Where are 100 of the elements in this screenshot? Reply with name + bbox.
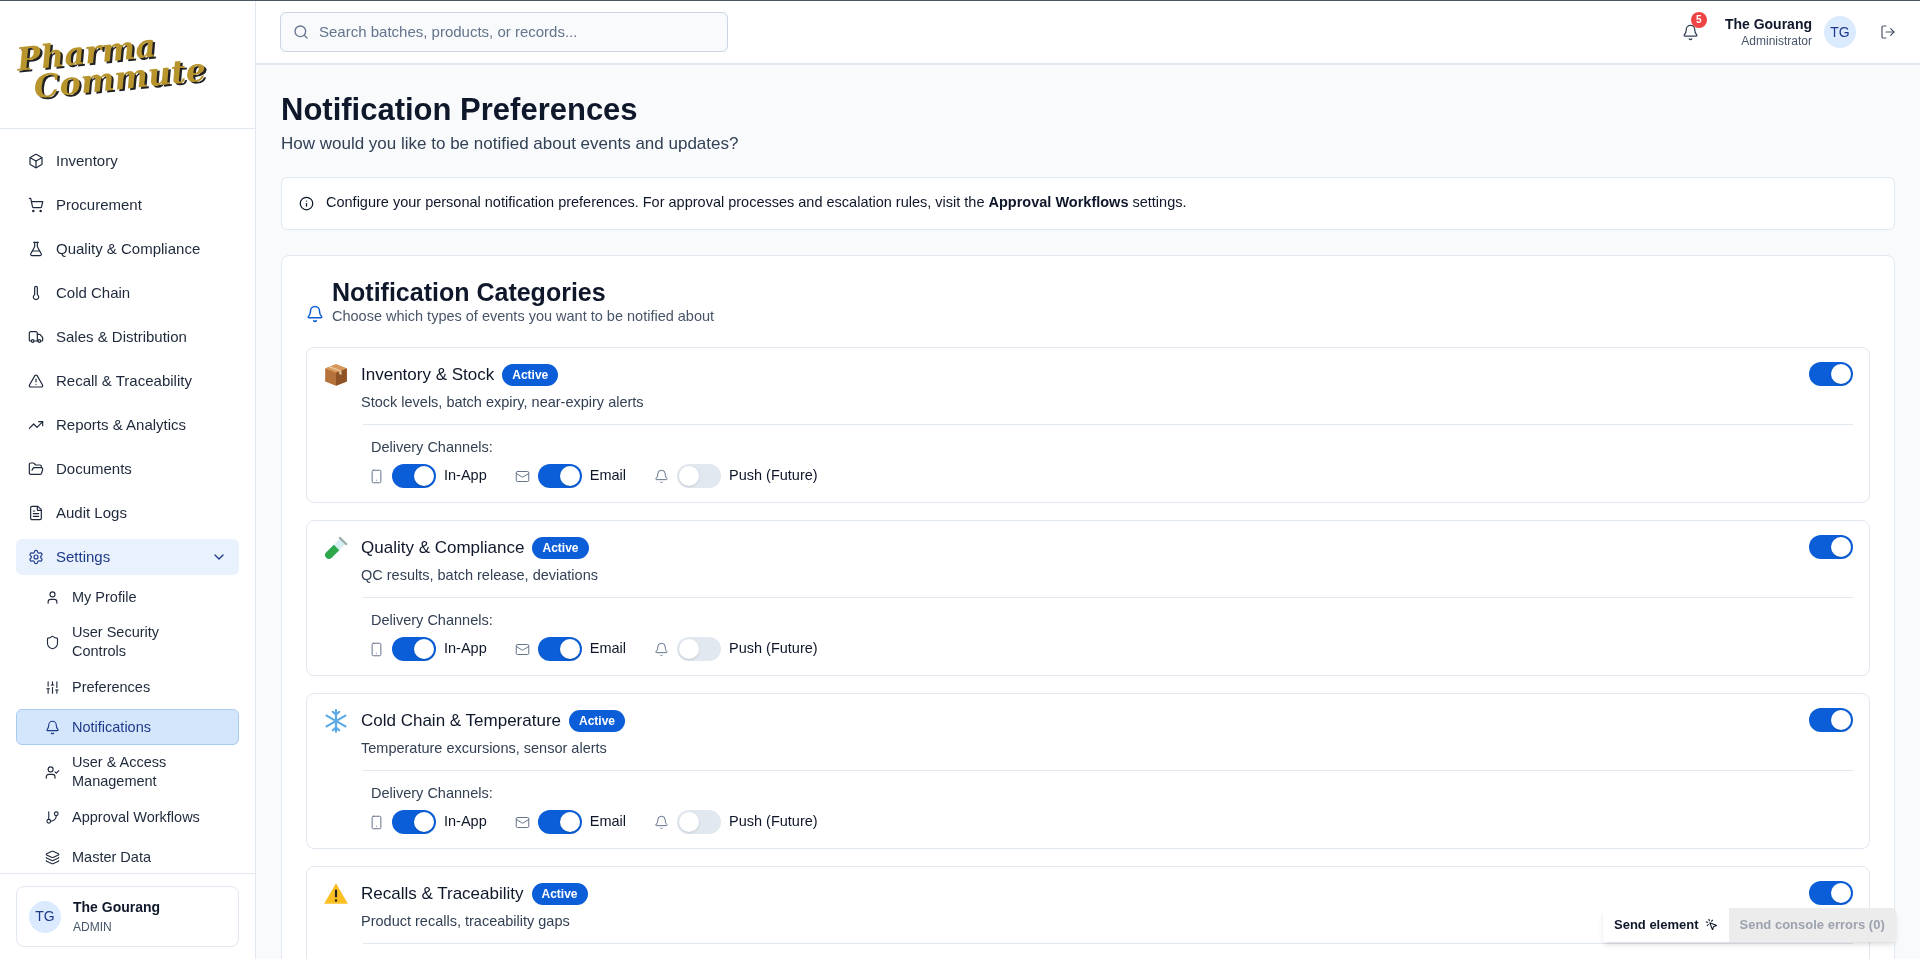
category-title: Recalls & Traceability: [361, 883, 524, 906]
channel-icon: [514, 468, 530, 484]
sidebar-subitem[interactable]: Preferences: [16, 669, 239, 705]
sidebar-item[interactable]: Quality & Compliance: [16, 231, 239, 267]
channel-icon: [514, 814, 530, 830]
sidebar-item[interactable]: Procurement: [16, 187, 239, 223]
sidebar-item[interactable]: Inventory: [16, 143, 239, 179]
channel-label: In-App: [444, 639, 487, 659]
channel-label: Email: [589, 639, 626, 659]
sidebar-subitem[interactable]: Notifications: [16, 709, 239, 745]
channel-icon: [654, 468, 669, 484]
status-badge: Active: [502, 364, 559, 386]
sidebar-subitem[interactable]: Approval Workflows: [16, 799, 239, 835]
channel-icon: [369, 641, 384, 657]
sidebar-item[interactable]: Documents: [16, 451, 239, 487]
channel-label: In-App: [444, 812, 487, 832]
channel-label: Push (Future): [729, 812, 818, 832]
sidebar-subitem[interactable]: User & Access Management: [16, 749, 239, 795]
category-toggle[interactable]: [1809, 708, 1853, 733]
channel-toggle[interactable]: [392, 810, 436, 835]
page-title: Notification Preferences: [281, 91, 639, 129]
channel-icon: [654, 641, 669, 657]
channel-icon: [369, 814, 384, 830]
channels-label: Delivery Channels:: [371, 610, 494, 630]
channel-toggle[interactable]: [537, 637, 582, 662]
sidebar-item[interactable]: Audit Logs: [16, 495, 239, 531]
nav-icon: [28, 373, 44, 389]
category-title: Quality & Compliance: [361, 537, 525, 560]
category-description: Temperature excursions, sensor alerts: [361, 738, 607, 758]
search-input[interactable]: Search batches, products, or records...: [319, 20, 715, 44]
category-description: Product recalls, traceability gaps: [361, 911, 570, 931]
user-card[interactable]: TG The Gourang ADMIN: [16, 886, 239, 947]
sidebar-item[interactable]: Cold Chain: [16, 275, 239, 311]
nav-icon: [28, 549, 44, 565]
channel-toggle[interactable]: [537, 464, 582, 489]
sidebar-item[interactable]: Recall & Traceability: [16, 363, 239, 399]
nav-icon: [28, 329, 44, 345]
nav-icon: [45, 679, 60, 695]
nav-icon: [28, 197, 44, 213]
channel-toggle[interactable]: [677, 810, 721, 835]
user-role: ADMIN: [73, 919, 113, 936]
category-toggle[interactable]: [1809, 362, 1853, 387]
nav-icon: [45, 764, 60, 780]
nav-icon: [28, 505, 44, 521]
channel-toggle[interactable]: [677, 464, 721, 489]
channel-label: In-App: [444, 466, 487, 486]
search-field[interactable]: Search batches, products, or records...: [280, 12, 728, 52]
nav-icon: [45, 809, 60, 825]
category-title: Inventory & Stock: [361, 364, 495, 387]
category-title: Cold Chain & Temperature: [361, 710, 561, 733]
avatar[interactable]: TG: [1824, 16, 1856, 48]
sidebar-subitem[interactable]: My Profile: [16, 579, 239, 615]
pointer-icon: [1704, 918, 1718, 932]
channel-label: Push (Future): [729, 466, 818, 486]
notification-icon[interactable]: [1681, 23, 1699, 41]
status-badge: Active: [532, 537, 589, 559]
section-title: Notification Categories: [332, 277, 607, 306]
logout-icon[interactable]: [1880, 24, 1896, 40]
send-element-button[interactable]: Send element: [1603, 908, 1729, 942]
category-toggle[interactable]: [1809, 535, 1853, 560]
info-text: Configure your personal notification preferences. For approval processes and escalation rules, visit the Approval Workflows settings.: [326, 193, 1187, 213]
avatar: TG: [29, 900, 61, 933]
page-subtitle: How would you like to be notified about events and updates?: [281, 133, 740, 155]
nav-icon: [28, 241, 44, 257]
notification-count: 5: [1690, 11, 1707, 28]
nav-icon: [45, 849, 60, 865]
info-icon: [299, 195, 314, 211]
nav-icon: [45, 719, 60, 735]
category-toggle[interactable]: [1809, 881, 1853, 906]
sidebar-subitem[interactable]: User Security Controls: [16, 619, 239, 665]
category-description: QC results, batch release, deviations: [361, 565, 598, 585]
user-role: Administrator: [1741, 33, 1812, 49]
test-tube-icon: [323, 535, 349, 562]
status-badge: Active: [569, 710, 626, 732]
channel-icon: [654, 814, 669, 830]
channel-toggle[interactable]: [392, 464, 436, 489]
search-icon: [293, 24, 309, 40]
channels-label: Delivery Channels:: [371, 783, 494, 803]
channel-icon: [369, 468, 384, 484]
sidebar-item[interactable]: Sales & Distribution: [16, 319, 239, 355]
user-name: The Gourang: [73, 898, 161, 917]
channel-toggle[interactable]: [677, 637, 721, 662]
channel-icon: [514, 641, 530, 657]
channel-label: Email: [589, 812, 626, 832]
snowflake-icon: [323, 708, 349, 735]
sidebar-subitem[interactable]: Master Data: [16, 839, 239, 873]
nav-icon: [28, 153, 44, 169]
user-name: The Gourang: [1724, 15, 1812, 33]
channel-toggle[interactable]: [392, 637, 436, 662]
section-subtitle: Choose which types of events you want to be notified about: [332, 306, 715, 326]
channel-label: Push (Future): [729, 639, 818, 659]
channel-label: Email: [589, 466, 626, 486]
sidebar-item[interactable]: Settings: [16, 539, 239, 575]
sidebar-item[interactable]: Reports & Analytics: [16, 407, 239, 443]
nav-icon: [45, 634, 60, 650]
package-icon: [323, 362, 349, 389]
channels-label: Delivery Channels:: [371, 437, 494, 457]
channel-toggle[interactable]: [537, 810, 582, 835]
category-description: Stock levels, batch expiry, near-expiry alerts: [361, 392, 644, 412]
nav-icon: [45, 589, 60, 605]
